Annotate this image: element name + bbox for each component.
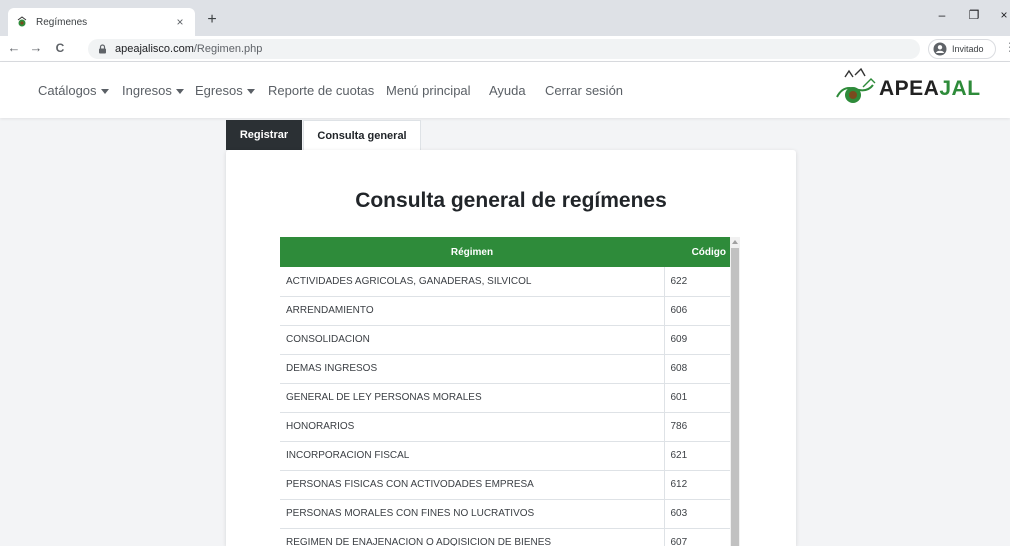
page-title: Consulta general de regímenes xyxy=(355,189,667,212)
nav-ayuda[interactable]: Ayuda xyxy=(489,83,526,98)
window-close-icon[interactable]: × xyxy=(996,8,1010,22)
cell-regimen: ARRENDAMIENTO xyxy=(280,296,665,326)
cell-regimen: HONORARIOS xyxy=(280,412,665,442)
table-row[interactable]: ARRENDAMIENTO 606 xyxy=(280,296,730,326)
nav-ingresos-label: Ingresos xyxy=(122,83,172,98)
close-tab-icon[interactable]: × xyxy=(173,15,187,29)
cell-codigo: 612 xyxy=(664,470,730,500)
cell-regimen: REGIMEN DE ENAJENACION O ADQISICION DE B… xyxy=(280,528,665,546)
reload-icon[interactable]: C xyxy=(52,40,68,56)
scroll-up-arrow-icon[interactable] xyxy=(731,238,739,246)
cell-codigo: 609 xyxy=(664,325,730,355)
table-row[interactable]: ACTIVIDADES AGRICOLAS, GANADERAS, SILVIC… xyxy=(280,267,730,297)
cell-codigo: 621 xyxy=(664,441,730,471)
nav-cerrar-sesion[interactable]: Cerrar sesión xyxy=(545,83,623,98)
address-bar[interactable]: apeajalisco.com/Regimen.php xyxy=(88,39,920,59)
nav-egresos[interactable]: Egresos xyxy=(195,83,255,98)
cell-regimen: INCORPORACION FISCAL xyxy=(280,441,665,471)
tab-consulta-general[interactable]: Consulta general xyxy=(303,120,421,150)
browser-tab[interactable]: Regímenes × xyxy=(8,8,195,36)
forward-arrow-icon[interactable]: → xyxy=(28,40,44,56)
table-container[interactable]: Régimen Código ACTIVIDADES AGRICOLAS, GA… xyxy=(280,237,740,546)
caret-down-icon xyxy=(175,89,184,95)
column-header-codigo[interactable]: Código xyxy=(664,237,730,267)
cell-regimen: DEMAS INGRESOS xyxy=(280,354,665,384)
nav-menu-principal[interactable]: Menú principal xyxy=(386,83,471,98)
cell-regimen: GENERAL DE LEY PERSONAS MORALES xyxy=(280,383,665,413)
site-favicon-icon xyxy=(16,16,28,28)
nav-ingresos[interactable]: Ingresos xyxy=(122,83,184,98)
cell-codigo: 606 xyxy=(664,296,730,326)
browser-menu-icon[interactable]: ⋮ xyxy=(1004,40,1010,54)
nav-egresos-label: Egresos xyxy=(195,83,243,98)
browser-tab-title: Regímenes xyxy=(36,16,88,28)
table-row[interactable]: PERSONAS FISICAS CON ACTIVODADES EMPRESA… xyxy=(280,470,730,500)
column-header-regimen[interactable]: Régimen xyxy=(280,237,664,267)
regimen-table: Régimen Código ACTIVIDADES AGRICOLAS, GA… xyxy=(280,237,730,546)
url-host: apeajalisco.com xyxy=(115,43,194,55)
cell-codigo: 622 xyxy=(664,267,730,297)
cell-regimen: PERSONAS MORALES CON FINES NO LUCRATIVOS xyxy=(280,499,665,529)
cell-regimen: PERSONAS FISICAS CON ACTIVODADES EMPRESA xyxy=(280,470,665,500)
cell-codigo: 608 xyxy=(664,354,730,384)
table-header-row: Régimen Código xyxy=(280,237,730,267)
profile-button[interactable]: Invitado xyxy=(928,39,996,59)
url-path: /Regimen.php xyxy=(193,43,263,55)
logo-text-b: JAL xyxy=(939,77,981,100)
scrollbar-thumb[interactable] xyxy=(731,248,739,546)
logo-emblem-icon xyxy=(833,67,877,112)
caret-down-icon xyxy=(246,89,255,95)
cell-codigo: 601 xyxy=(664,383,730,413)
new-tab-button[interactable]: + xyxy=(202,11,222,29)
cell-regimen: ACTIVIDADES AGRICOLAS, GANADERAS, SILVIC… xyxy=(280,267,665,297)
table-row[interactable]: PERSONAS MORALES CON FINES NO LUCRATIVOS… xyxy=(280,499,730,529)
tab-registrar[interactable]: Registrar xyxy=(226,120,302,150)
back-arrow-icon[interactable]: ← xyxy=(6,40,22,56)
cell-codigo: 603 xyxy=(664,499,730,529)
site-logo[interactable]: APEAJAL xyxy=(833,66,983,112)
table-row[interactable]: REGIMEN DE ENAJENACION O ADQISICION DE B… xyxy=(280,528,730,546)
table-row[interactable]: INCORPORACION FISCAL 621 xyxy=(280,441,730,471)
minimize-icon[interactable]: – xyxy=(934,8,950,22)
nav-reporte-cuotas[interactable]: Reporte de cuotas xyxy=(268,83,374,98)
table-row[interactable]: GENERAL DE LEY PERSONAS MORALES 601 xyxy=(280,383,730,413)
cell-regimen: CONSOLIDACION xyxy=(280,325,665,355)
browser-toolbar: ← → C apeajalisco.com/Regimen.php Invita… xyxy=(0,36,1010,62)
restore-icon[interactable]: ❐ xyxy=(966,8,982,22)
table-row[interactable]: HONORARIOS 786 xyxy=(280,412,730,442)
browser-tabstrip: Regímenes × + – ❐ × xyxy=(0,0,1010,36)
table-row[interactable]: CONSOLIDACION 609 xyxy=(280,325,730,355)
content-card: Consulta general de regímenes Régimen Có… xyxy=(226,150,796,546)
profile-label: Invitado xyxy=(952,44,984,54)
lock-icon xyxy=(98,44,107,54)
nav-catalogos-label: Catálogos xyxy=(38,83,97,98)
cell-codigo: 786 xyxy=(664,412,730,442)
site-navbar: Catálogos Ingresos Egresos Reporte de cu… xyxy=(0,62,1010,118)
nav-catalogos[interactable]: Catálogos xyxy=(38,83,109,98)
table-row[interactable]: DEMAS INGRESOS 608 xyxy=(280,354,730,384)
logo-text-a: APEA xyxy=(879,77,940,100)
cell-codigo: 607 xyxy=(664,528,730,546)
logo-text: APEAJAL xyxy=(879,77,981,101)
profile-avatar-icon xyxy=(933,42,947,56)
caret-down-icon xyxy=(100,89,109,95)
